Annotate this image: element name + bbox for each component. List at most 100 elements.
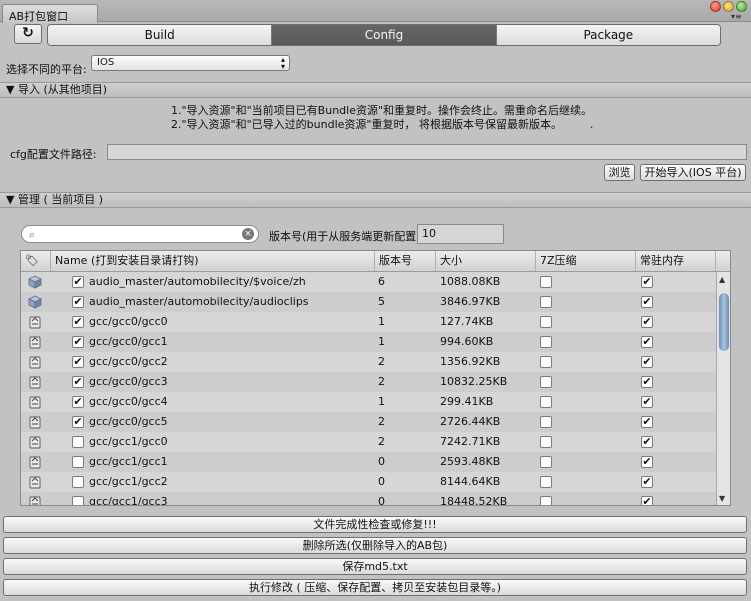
include-checkbox[interactable]: ✔ — [72, 356, 84, 368]
include-checkbox[interactable] — [72, 476, 84, 488]
tab-package[interactable]: Package — [496, 25, 720, 45]
start-import-button[interactable]: 开始导入(IOS 平台) — [640, 164, 746, 181]
bundle-name: gcc/gcc0/gcc4 — [89, 395, 168, 408]
table-row[interactable]: ✔ audio_master/automobilecity/audioclips 5… — [21, 292, 716, 312]
save-md5-button[interactable]: 保存md5.txt — [3, 558, 747, 575]
include-checkbox[interactable]: ✔ — [72, 316, 84, 328]
bundle-version: 1 — [378, 395, 385, 408]
minimize-icon[interactable] — [723, 1, 734, 12]
search-icon: ⌕ — [29, 228, 36, 241]
bundle-version: 0 — [378, 455, 385, 468]
scroll-up-icon[interactable]: ▲ — [719, 275, 725, 284]
table-row[interactable]: gcc/gcc1/gcc1 0 2593.48KB ✔ — [21, 452, 716, 472]
file-icon — [28, 415, 42, 429]
bundle-size: 2593.48KB — [440, 455, 501, 468]
platform-select[interactable]: IOS ▴ ▾ — [91, 55, 290, 71]
resident-checkbox[interactable]: ✔ — [641, 316, 653, 328]
compress-checkbox[interactable] — [540, 356, 552, 368]
file-icon — [28, 495, 42, 505]
execute-changes-button[interactable]: 执行修改 ( 压缩、保存配置、拷贝至安装包目录等。) — [3, 579, 747, 596]
compress-checkbox[interactable] — [540, 336, 552, 348]
bundle-version: 1 — [378, 315, 385, 328]
table-row[interactable]: ✔ gcc/gcc0/gcc1 1 994.60KB ✔ — [21, 332, 716, 352]
resident-checkbox[interactable]: ✔ — [641, 416, 653, 428]
clear-search-icon[interactable]: × — [242, 228, 254, 240]
window-menu-icon[interactable]: ▾≡ — [731, 12, 742, 21]
column-header-name[interactable]: Name (打到安装目录请打钩) — [51, 251, 375, 271]
tab-build[interactable]: Build — [48, 25, 273, 45]
compress-checkbox[interactable] — [540, 496, 552, 505]
include-checkbox[interactable]: ✔ — [72, 376, 84, 388]
table-row[interactable]: ✔ audio_master/automobilecity/$voice/zh 6 1… — [21, 272, 716, 292]
bundle-name: gcc/gcc1/gcc3 — [89, 495, 168, 506]
import-note-2: 2."导入资源"和"已导入过的bundle资源"重复时， 将根据版本号保留最新版… — [171, 118, 594, 131]
search-input[interactable]: ⌕ × — [21, 225, 259, 243]
compress-checkbox[interactable] — [540, 456, 552, 468]
integrity-check-button[interactable]: 文件完成性检查或修复!!! — [3, 516, 747, 533]
resident-checkbox[interactable]: ✔ — [641, 476, 653, 488]
column-header-compress[interactable]: 7Z压缩 — [536, 251, 636, 271]
compress-checkbox[interactable] — [540, 316, 552, 328]
bundle-size: 8144.64KB — [440, 475, 501, 488]
compress-checkbox[interactable] — [540, 296, 552, 308]
resident-checkbox[interactable]: ✔ — [641, 336, 653, 348]
bundle-name: gcc/gcc1/gcc2 — [89, 475, 168, 488]
compress-checkbox[interactable] — [540, 376, 552, 388]
tag-column-header[interactable]: 🏷 — [21, 251, 51, 271]
bundle-size: 299.41KB — [440, 395, 494, 408]
resident-checkbox[interactable]: ✔ — [641, 356, 653, 368]
compress-checkbox[interactable] — [540, 396, 552, 408]
cube-icon — [28, 275, 42, 289]
delete-selected-button[interactable]: 删除所选(仅删除导入的AB包) — [3, 537, 747, 554]
table-row[interactable]: gcc/gcc1/gcc3 0 18448.52KB ✔ — [21, 492, 716, 506]
include-checkbox[interactable] — [72, 436, 84, 448]
scroll-down-icon[interactable]: ▼ — [719, 494, 725, 503]
maximize-icon[interactable] — [736, 1, 747, 12]
tab-config[interactable]: Config — [272, 25, 497, 45]
bundle-name: audio_master/automobilecity/$voice/zh — [89, 275, 306, 288]
refresh-button[interactable]: ↻ — [14, 24, 42, 44]
include-checkbox[interactable]: ✔ — [72, 396, 84, 408]
cfg-path-input[interactable] — [107, 144, 747, 160]
cube-icon — [28, 295, 42, 309]
column-header-version[interactable]: 版本号 — [375, 251, 436, 271]
table-row[interactable]: ✔ gcc/gcc0/gcc0 1 127.74KB ✔ — [21, 312, 716, 332]
scroll-thumb[interactable] — [719, 293, 729, 351]
include-checkbox[interactable]: ✔ — [72, 336, 84, 348]
compress-checkbox[interactable] — [540, 476, 552, 488]
resident-checkbox[interactable]: ✔ — [641, 276, 653, 288]
table-row[interactable]: ✔ gcc/gcc0/gcc5 2 2726.44KB ✔ — [21, 412, 716, 432]
import-section-header[interactable]: ▼ 导入 (从其他项目) — [0, 82, 751, 98]
compress-checkbox[interactable] — [540, 416, 552, 428]
compress-checkbox[interactable] — [540, 276, 552, 288]
include-checkbox[interactable] — [72, 456, 84, 468]
compress-checkbox[interactable] — [540, 436, 552, 448]
include-checkbox[interactable]: ✔ — [72, 276, 84, 288]
column-header-resident[interactable]: 常驻内存 — [636, 251, 716, 271]
table-row[interactable]: ✔ gcc/gcc0/gcc3 2 10832.25KB ✔ — [21, 372, 716, 392]
browse-button[interactable]: 浏览 — [604, 164, 635, 181]
file-icon — [28, 435, 42, 449]
resident-checkbox[interactable]: ✔ — [641, 296, 653, 308]
table-row[interactable]: ✔ gcc/gcc0/gcc2 2 1356.92KB ✔ — [21, 352, 716, 372]
bundle-name: gcc/gcc0/gcc1 — [89, 335, 168, 348]
resident-checkbox[interactable]: ✔ — [641, 396, 653, 408]
include-checkbox[interactable]: ✔ — [72, 416, 84, 428]
file-icon — [28, 455, 42, 469]
include-checkbox[interactable] — [72, 496, 84, 505]
close-icon[interactable] — [710, 1, 721, 12]
resident-checkbox[interactable]: ✔ — [641, 456, 653, 468]
manage-section-header[interactable]: ▼ 管理 ( 当前项目 ) — [0, 192, 751, 208]
window-titlebar: AB打包窗口 ▾≡ — [0, 0, 751, 23]
include-checkbox[interactable]: ✔ — [72, 296, 84, 308]
table-scrollbar[interactable]: ▲ ▼ — [716, 272, 730, 505]
window-tab[interactable]: AB打包窗口 — [2, 4, 98, 23]
resident-checkbox[interactable]: ✔ — [641, 376, 653, 388]
resident-checkbox[interactable]: ✔ — [641, 496, 653, 505]
resident-checkbox[interactable]: ✔ — [641, 436, 653, 448]
column-header-size[interactable]: 大小 — [436, 251, 536, 271]
table-row[interactable]: gcc/gcc1/gcc2 0 8144.64KB ✔ — [21, 472, 716, 492]
version-input[interactable]: 10 — [417, 224, 504, 244]
table-row[interactable]: gcc/gcc1/gcc0 2 7242.71KB ✔ — [21, 432, 716, 452]
table-row[interactable]: ✔ gcc/gcc0/gcc4 1 299.41KB ✔ — [21, 392, 716, 412]
